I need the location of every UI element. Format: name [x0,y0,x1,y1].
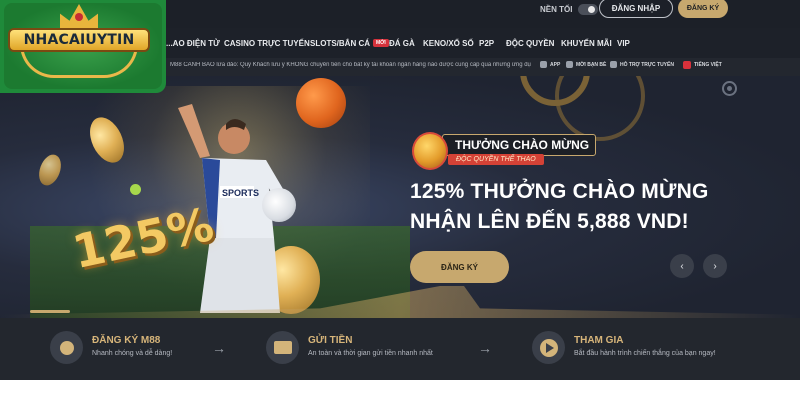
step-register[interactable]: ĐĂNG KÝ M88 Nhanh chóng và dễ dàng! [50,331,172,364]
new-badge: MỚI [373,39,389,47]
nav-label: KHUYẾN MÃI [561,38,612,48]
step-title: THAM GIA [574,335,624,346]
nav-item-slots-fishing[interactable]: SLOTS/BẮN CÁ MỚI [310,28,389,58]
phone-icon [540,61,547,68]
page-bottom [0,380,800,400]
slider-prev-button[interactable]: ‹ [670,254,694,278]
step-deposit[interactable]: GỬI TIỀN An toàn và thời gian gửi tiền n… [266,331,433,364]
badge-title: THƯỞNG CHÀO MỪNG [442,134,597,156]
arrow-right-icon: → [212,340,226,356]
slide-progress-indicator [30,310,70,313]
logo-text: NHACAIUYTIN [8,28,150,52]
badge-subtitle: ĐỘC QUYỀN THỂ THAO [448,154,544,165]
nav-label: SLOTS/BẮN CÁ [310,38,370,48]
welcome-badge: THƯỞNG CHÀO MỪNG ĐỘC QUYỀN THỂ THAO [412,132,597,170]
live-support-link[interactable]: HỖ TRỢ TRỰC TUYẾN [610,61,674,68]
app-link[interactable]: APP [540,61,560,68]
basketball-icon [296,78,346,128]
step-text: THAM GIA Bắt đầu hành trình chiến thắng … [574,331,716,364]
headline-line-2: NHẬN LÊN ĐẾN 5,888 VND! [410,210,689,233]
invite-friends-link[interactable]: MỜI BẠN BÈ [566,61,606,68]
nav-item-p2p[interactable]: P2P [479,28,494,58]
user-plus-icon [566,61,573,68]
nav-item-vip[interactable]: VIP [617,28,630,58]
step-title: GỬI TIỀN [308,335,353,346]
nav-item-cockfight[interactable]: ĐÁ GÀ [389,28,415,58]
register-button[interactable]: ĐĂNG KÝ [678,0,728,18]
nav-item-promotions[interactable]: KHUYẾN MÃI [561,28,612,58]
link-label: HỖ TRỢ TRỰC TUYẾN [620,61,674,68]
wallet-icon [266,331,299,364]
hero-banner[interactable]: SPORTS 125% THƯỞNG CHÀO MỪNG ĐỘC QUYỀN T… [0,76,800,318]
banner-register-button[interactable]: ĐĂNG KÝ [410,251,509,283]
vietnam-flag-icon [683,61,691,69]
nav-item-e-games[interactable]: ...AO ĐIỆN TỬ [166,28,220,58]
slider-next-button[interactable]: › [703,254,727,278]
jersey-text: SPORTS [222,188,259,198]
nav-label: ĐÁ GÀ [389,38,415,48]
site-logo[interactable]: NHACAIUYTIN [0,0,166,93]
user-icon [50,331,83,364]
language-selector[interactable]: TIẾNG VIỆT [683,61,722,69]
headset-icon [610,61,617,68]
toggle-switch-icon[interactable] [578,4,599,15]
arrow-left-icon: ‹ [680,260,684,272]
nav-label: CASINO TRỰC TUYẾN [224,38,310,48]
nav-label: P2P [479,38,495,48]
step-text: ĐĂNG KÝ M88 Nhanh chóng và dễ dàng! [92,331,172,364]
arrow-right-icon: → [478,340,492,356]
steps-bar: ĐĂNG KÝ M88 Nhanh chóng và dễ dàng! → GỬ… [0,318,800,380]
step-description: Nhanh chóng và dễ dàng! [92,350,173,357]
step-text: GỬI TIỀN An toàn và thời gian gửi tiền n… [308,331,433,364]
warning-marquee: M88 CẢNH BÁO lừa đảo: Quý Khách lưu ý KH… [170,62,531,68]
dark-mode-label: NỀN TỐI [540,5,573,14]
play-glyph [539,338,558,357]
welcome-coin-icon [412,132,448,170]
step-description: An toàn và thời gian gửi tiền nhanh nhất [308,350,433,357]
step-title: ĐĂNG KÝ M88 [92,335,161,346]
step-join[interactable]: THAM GIA Bắt đầu hành trình chiến thắng … [532,331,716,364]
nav-item-keno-lottery[interactable]: KENO/XỔ SỐ [423,28,474,58]
wallet-glyph [273,341,292,354]
football-icon [262,188,296,222]
tennis-ball-icon [130,184,141,195]
nav-label: ...AO ĐIỆN TỬ [166,38,220,48]
step-description: Bắt đầu hành trình chiến thắng của bạn n… [574,350,716,357]
link-label: APP [550,61,561,68]
settings-icon[interactable] [722,81,737,96]
nav-label: KENO/XỔ SỐ [423,38,474,48]
link-label: MỜI BẠN BÈ [576,61,607,68]
dark-mode-toggle[interactable]: NỀN TỐI [540,4,599,15]
nav-label: ĐỘC QUYỀN [506,38,555,48]
nav-item-exclusive[interactable]: ĐỘC QUYỀN [506,28,554,58]
gem-icon [75,13,83,21]
page-root: NỀN TỐI ĐĂNG NHẬP ĐĂNG KÝ ...AO ĐIỆN TỬ … [0,0,800,400]
arrow-right-icon: › [713,260,717,272]
nav-item-live-casino[interactable]: CASINO TRỰC TUYẾN [224,28,310,58]
headline-line-1: 125% THƯỞNG CHÀO MỪNG [410,180,709,203]
nav-label: VIP [617,38,630,48]
user-glyph [59,340,74,355]
login-button[interactable]: ĐĂNG NHẬP [599,0,673,18]
play-icon [532,331,565,364]
language-label: TIẾNG VIỆT [694,62,722,68]
